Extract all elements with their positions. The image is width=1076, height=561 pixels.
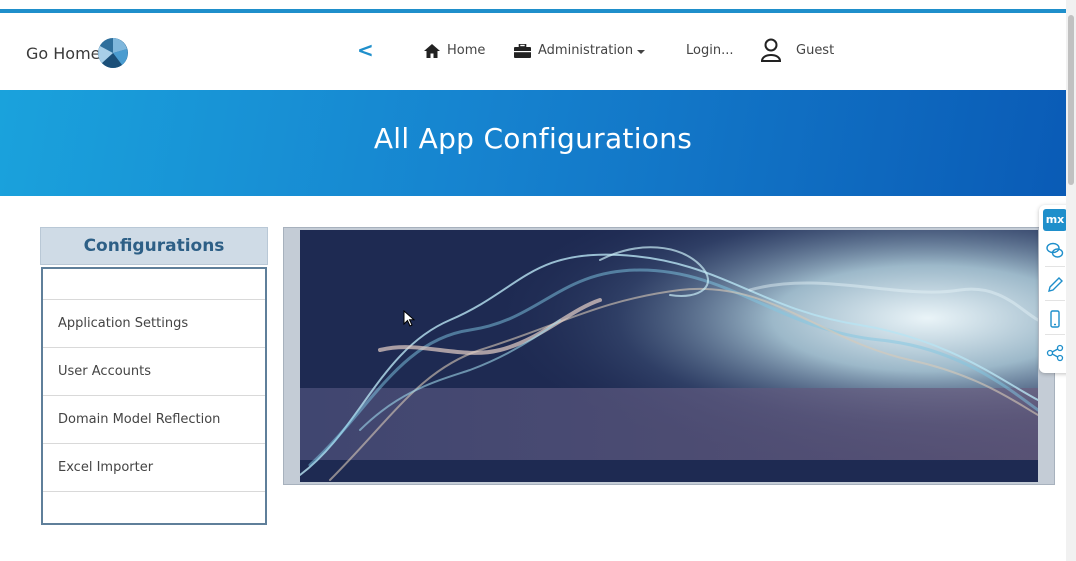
share-icon[interactable] (1045, 343, 1065, 363)
chevron-down-icon (637, 49, 646, 54)
scrollbar-thumb[interactable] (1068, 15, 1074, 185)
edit-icon[interactable] (1045, 275, 1065, 295)
nav-administration-dropdown[interactable]: Administration (514, 43, 646, 58)
mobile-icon[interactable] (1045, 309, 1065, 329)
nav-user[interactable]: Guest (760, 38, 834, 62)
feedback-icon[interactable] (1045, 241, 1065, 261)
configurations-panel: Configurations Application Settings User… (40, 227, 268, 526)
list-item-blank[interactable] (43, 269, 265, 299)
brand-logo-icon (97, 38, 128, 68)
list-item-excel-importer[interactable]: Excel Importer (43, 443, 265, 491)
list-item-application-settings[interactable]: Application Settings (43, 299, 265, 347)
configurations-list: Application Settings User Accounts Domai… (41, 267, 267, 525)
page-header-banner: All App Configurations (0, 90, 1066, 196)
home-label: Home (447, 43, 486, 58)
toolbar-divider (1045, 266, 1065, 267)
smoke-wave-illustration (300, 230, 1038, 482)
login-label: Login... (686, 43, 734, 58)
user-icon (760, 38, 782, 62)
banner-frame (283, 227, 1055, 485)
home-icon (424, 43, 440, 58)
page-scrollbar[interactable] (1066, 0, 1076, 561)
administration-label: Administration (538, 43, 634, 58)
mendix-logo-button[interactable]: mx (1043, 209, 1067, 231)
page-title: All App Configurations (373, 122, 693, 155)
mouse-pointer-icon (403, 310, 415, 327)
list-item-empty-footer (43, 491, 265, 521)
list-item-user-accounts[interactable]: User Accounts (43, 347, 265, 395)
toolbar-divider (1045, 334, 1065, 335)
briefcase-icon (514, 43, 531, 58)
back-button[interactable]: < (357, 37, 374, 63)
toolbar-divider (1045, 300, 1065, 301)
go-home-link[interactable]: Go Home (26, 37, 129, 69)
nav-login[interactable]: Login... (686, 43, 733, 58)
configurations-header: Configurations (40, 227, 268, 265)
brand-label: Go Home (26, 43, 101, 63)
user-label: Guest (796, 42, 835, 58)
navbar: Go Home < Home Administration Login... G… (0, 13, 1066, 90)
list-item-domain-model-reflection[interactable]: Domain Model Reflection (43, 395, 265, 443)
nav-home[interactable]: Home (424, 43, 485, 58)
banner-image (300, 230, 1038, 482)
